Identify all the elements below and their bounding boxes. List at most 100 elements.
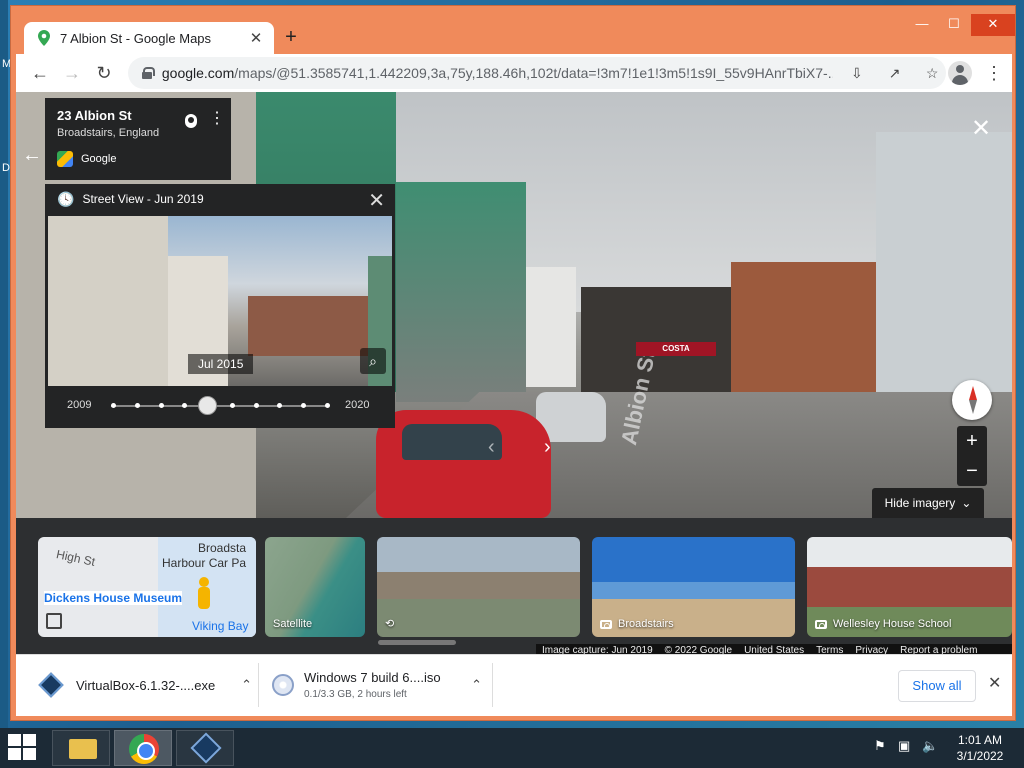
slider-point[interactable] bbox=[182, 403, 187, 408]
virtualbox-file-icon bbox=[38, 672, 64, 698]
provider-badge: Google bbox=[57, 151, 219, 167]
maximize-button[interactable]: ☐ bbox=[939, 14, 969, 36]
region-link[interactable]: United States bbox=[744, 645, 804, 655]
map-card[interactable]: High St Broadsta Harbour Car Pa Dickens … bbox=[38, 537, 256, 637]
google-maps-icon bbox=[57, 151, 73, 167]
downloads-close-icon[interactable]: ✕ bbox=[988, 673, 1001, 693]
folder-icon bbox=[69, 739, 97, 759]
report-problem-link[interactable]: Report a problem bbox=[900, 645, 977, 655]
lock-icon[interactable] bbox=[142, 67, 155, 79]
zoom-in-button[interactable]: + bbox=[957, 426, 987, 456]
taskbar-file-explorer[interactable] bbox=[52, 730, 110, 766]
street-view-rotate-icon: ⟲ bbox=[385, 618, 395, 630]
profile-avatar[interactable] bbox=[948, 61, 972, 85]
browser-toolbar: ← → ↻ google.com/maps/@51.3585741,1.4422… bbox=[16, 54, 1012, 92]
expand-map-icon[interactable] bbox=[46, 613, 62, 629]
download-item-virtualbox[interactable]: VirtualBox-6.1.32-....exe ⌃ bbox=[38, 655, 252, 715]
close-street-view-icon[interactable]: ✕ bbox=[971, 114, 991, 143]
download-details: Windows 7 build 6....iso 0.1/3.3 GB, 2 h… bbox=[304, 670, 461, 700]
window-close-button[interactable]: ✕ bbox=[971, 14, 1015, 36]
street-view-content: Albion St COSTA › ‹ ← 23 Albion St Broad… bbox=[16, 92, 1012, 654]
slider-point[interactable] bbox=[254, 403, 259, 408]
hide-imagery-label: Hide imagery bbox=[884, 496, 956, 510]
photo-card-wellesley[interactable]: Wellesley House School bbox=[807, 537, 1012, 637]
slider-point[interactable] bbox=[325, 403, 330, 408]
time-travel-close-icon[interactable]: ✕ bbox=[368, 188, 385, 213]
download-filename: VirtualBox-6.1.32-....exe bbox=[76, 677, 216, 693]
privacy-link[interactable]: Privacy bbox=[855, 645, 888, 655]
navigate-back-arrow[interactable]: ‹ bbox=[488, 436, 495, 459]
slider-point[interactable] bbox=[159, 403, 164, 408]
year-end: 2020 bbox=[345, 399, 370, 411]
slider-track[interactable] bbox=[111, 396, 330, 415]
network-icon[interactable]: ▣ bbox=[898, 738, 910, 754]
map-town-label: Broadsta bbox=[198, 541, 247, 555]
taskbar-chrome[interactable] bbox=[114, 730, 172, 766]
compass-icon[interactable] bbox=[952, 380, 992, 420]
install-app-icon[interactable]: ⇩ bbox=[843, 65, 871, 82]
navigate-forward-arrow[interactable]: › bbox=[544, 436, 551, 459]
camera-icon bbox=[600, 619, 612, 629]
desktop-edge bbox=[0, 0, 8, 730]
photo-card-broadstairs[interactable]: Broadstairs bbox=[592, 537, 795, 637]
location-pin-icon[interactable] bbox=[185, 114, 197, 128]
back-to-map-icon[interactable]: ← bbox=[22, 144, 42, 167]
parked-car bbox=[376, 410, 551, 518]
panorama-building bbox=[876, 132, 1012, 402]
tab-google-maps[interactable]: 7 Albion St - Google Maps ✕ bbox=[24, 22, 274, 54]
slider-knob[interactable] bbox=[198, 396, 217, 415]
satellite-card[interactable]: Satellite bbox=[265, 537, 365, 637]
download-progress: 0.1/3.3 GB, 2 hours left bbox=[304, 689, 407, 700]
start-button[interactable] bbox=[8, 734, 38, 762]
slider-point[interactable] bbox=[111, 403, 116, 408]
volume-muted-icon[interactable]: 🔈 bbox=[922, 738, 938, 754]
map-street-label: High St bbox=[54, 547, 97, 569]
chevron-up-icon[interactable]: ⌃ bbox=[241, 677, 252, 693]
more-options-icon[interactable]: ⋮ bbox=[209, 108, 225, 128]
bookmark-star-icon[interactable]: ☆ bbox=[918, 65, 946, 82]
chrome-icon bbox=[129, 734, 159, 764]
clock-date: 3/1/2022 bbox=[956, 749, 1004, 763]
minimize-button[interactable]: — bbox=[907, 14, 937, 36]
action-center-flag-icon[interactable]: ⚑ bbox=[874, 738, 886, 754]
slider-point[interactable] bbox=[135, 403, 140, 408]
zoom-out-button[interactable]: − bbox=[957, 456, 987, 486]
pegman-icon bbox=[196, 577, 212, 611]
title-bar: 7 Albion St - Google Maps ✕ + — ☐ ✕ bbox=[11, 6, 1015, 54]
strip-scrollbar[interactable] bbox=[378, 640, 456, 645]
system-clock[interactable]: 1:01 AM 3/1/2022 bbox=[952, 732, 1008, 764]
year-start: 2009 bbox=[67, 399, 92, 411]
downloads-bar: VirtualBox-6.1.32-....exe ⌃ Windows 7 bu… bbox=[16, 654, 1012, 716]
map-poi-label: Dickens House Museum bbox=[44, 591, 183, 605]
double-chevron-down-icon: ⌄ bbox=[961, 496, 972, 510]
time-travel-title: Street View - Jun 2019 bbox=[82, 192, 204, 206]
terms-link[interactable]: Terms bbox=[816, 645, 843, 655]
history-clock-icon[interactable]: 🕓 bbox=[57, 191, 74, 208]
street-view-card[interactable]: ⟲ bbox=[377, 537, 580, 637]
address-bar[interactable]: google.com/maps/@51.3585741,1.442209,3a,… bbox=[128, 57, 946, 89]
place-info-card: 23 Albion St Broadstairs, England Google… bbox=[45, 98, 231, 180]
forward-icon[interactable]: → bbox=[56, 57, 88, 89]
slider-point[interactable] bbox=[277, 403, 282, 408]
time-travel-preview[interactable]: Jul 2015 ⌕ bbox=[48, 216, 392, 386]
preview-building bbox=[48, 216, 168, 386]
reload-icon[interactable]: ↻ bbox=[88, 57, 120, 89]
url-text[interactable]: google.com/maps/@51.3585741,1.442209,3a,… bbox=[162, 65, 833, 81]
preview-date: Jul 2015 bbox=[188, 354, 254, 374]
chrome-menu-icon[interactable]: ⋮ bbox=[982, 58, 1006, 88]
hide-imagery-button[interactable]: Hide imagery ⌄ bbox=[872, 488, 984, 518]
share-icon[interactable]: ↗ bbox=[881, 65, 909, 82]
show-all-button[interactable]: Show all bbox=[898, 670, 976, 702]
chevron-up-icon[interactable]: ⌃ bbox=[471, 677, 482, 693]
download-item-windows7[interactable]: Windows 7 build 6....iso 0.1/3.3 GB, 2 h… bbox=[272, 655, 482, 715]
tab-close-icon[interactable]: ✕ bbox=[248, 29, 264, 47]
new-tab-button[interactable]: + bbox=[279, 26, 303, 50]
time-travel-slider[interactable]: 2009 2020 bbox=[45, 390, 395, 420]
back-icon[interactable]: ← bbox=[24, 57, 56, 89]
card-label: Broadstairs bbox=[600, 618, 674, 630]
preview-zoom-icon[interactable]: ⌕ bbox=[360, 348, 386, 374]
taskbar-virtualbox[interactable] bbox=[176, 730, 234, 766]
panorama-scaffolding bbox=[396, 182, 526, 402]
slider-point[interactable] bbox=[301, 403, 306, 408]
slider-point[interactable] bbox=[230, 403, 235, 408]
